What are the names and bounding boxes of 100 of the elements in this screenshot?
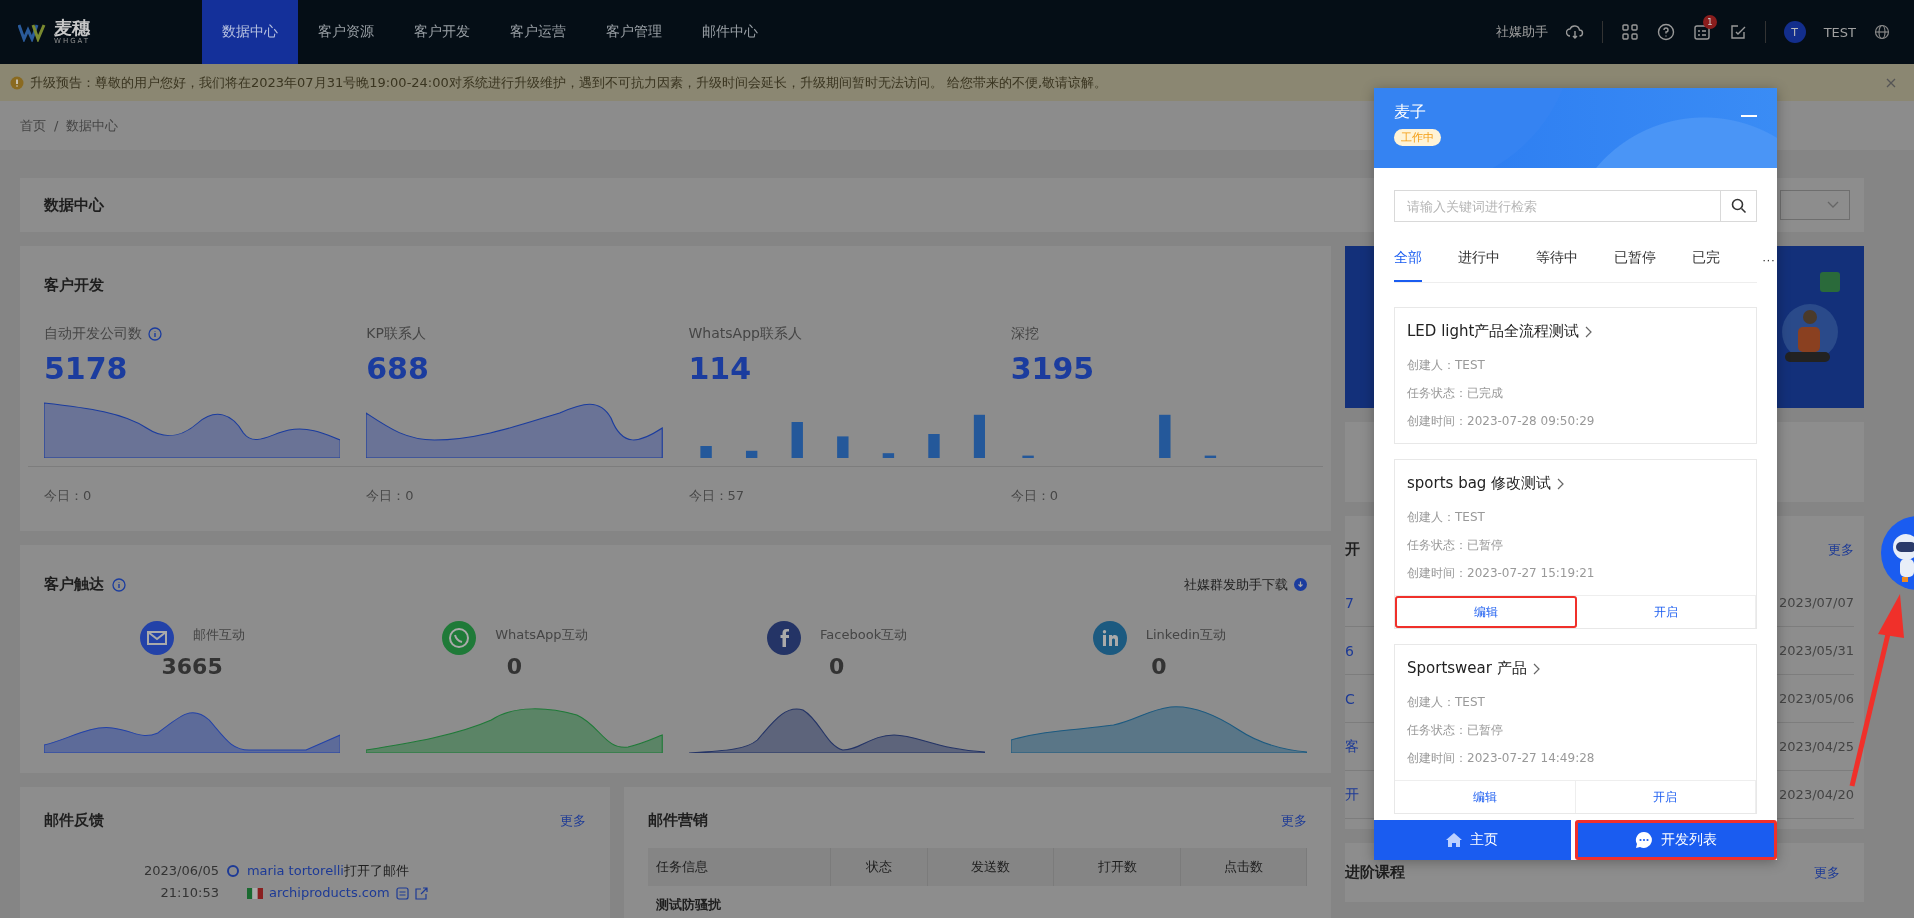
task-creator: 创建人：TEST bbox=[1407, 357, 1486, 374]
channel-value: 0 bbox=[506, 654, 523, 679]
task-title-link[interactable]: Sportswear 产品 bbox=[1407, 659, 1541, 678]
column-header: 任务信息 bbox=[648, 848, 831, 886]
edit-icon[interactable] bbox=[1728, 23, 1747, 41]
filter-tab[interactable]: 已暂停 bbox=[1614, 236, 1656, 282]
sparkline-bar bbox=[699, 446, 712, 458]
channel-label: Linkedin互动 bbox=[1145, 626, 1226, 644]
chevron-down-icon bbox=[1827, 201, 1839, 209]
feedback-date: 2023/06/05 bbox=[144, 862, 219, 880]
chat-icon bbox=[1634, 831, 1653, 849]
stat-value: 114 bbox=[688, 351, 753, 386]
notification-badge: 1 bbox=[1702, 15, 1717, 29]
section-title: 进阶课程 bbox=[1345, 863, 1405, 882]
section-title: 客户触达 bbox=[44, 575, 104, 594]
user-avatar[interactable]: T bbox=[1783, 21, 1806, 43]
stat-value: 688 bbox=[366, 351, 430, 386]
info-icon bbox=[112, 577, 126, 592]
download-link[interactable]: 社媒群发助手下载 bbox=[1184, 575, 1288, 594]
cloud-download-icon[interactable] bbox=[1565, 25, 1584, 39]
robot-assistant-icon[interactable] bbox=[1880, 515, 1914, 591]
stat-value: 3195 bbox=[1010, 351, 1096, 386]
cloud-download-icon[interactable] bbox=[1294, 578, 1307, 591]
chevron-right-icon bbox=[1557, 477, 1566, 490]
filter-tab[interactable]: 进行中 bbox=[1458, 236, 1500, 282]
stat-label: 自动开发公司数 bbox=[44, 325, 142, 343]
task-status: 任务状态：已暂停 bbox=[1407, 722, 1504, 739]
footer-nav-button[interactable]: 开发列表 bbox=[1574, 820, 1777, 860]
sparkline-bar bbox=[1022, 455, 1034, 458]
channel-value: 0 bbox=[828, 654, 845, 679]
domain-link[interactable]: archiproducts.com bbox=[268, 882, 390, 904]
breadcrumb-separator: / bbox=[54, 118, 59, 133]
list-item-link[interactable]: 6 bbox=[1345, 642, 1354, 659]
column-header: 发送数 bbox=[927, 848, 1054, 886]
column-header: 状态 bbox=[830, 848, 928, 886]
nav-menu-item[interactable]: 数据中心 bbox=[202, 0, 298, 64]
sparkline-bar bbox=[927, 434, 940, 458]
more-link[interactable]: 更多 bbox=[1814, 863, 1840, 882]
feedback-text: maria tortorelli打开了邮件 bbox=[246, 862, 410, 880]
list-item-date: 2023/05/06 bbox=[1779, 691, 1854, 706]
task-list-icon[interactable] bbox=[1692, 23, 1711, 41]
timeline-dot bbox=[226, 865, 239, 877]
today-count: 今日：0 bbox=[366, 487, 415, 505]
today-count: 今日：57 bbox=[688, 487, 746, 505]
chevron-right-icon bbox=[1585, 325, 1594, 338]
status-badge: 工作中 bbox=[1394, 129, 1441, 146]
sparkline-bar bbox=[1204, 455, 1216, 458]
globe-icon[interactable] bbox=[1874, 24, 1890, 40]
task-creator: 创建人：TEST bbox=[1407, 694, 1486, 711]
nav-menu-item[interactable]: 客户运营 bbox=[490, 0, 586, 64]
task-action-button[interactable]: 开启 bbox=[1577, 596, 1756, 628]
footer-nav-button[interactable]: 主页 bbox=[1374, 820, 1571, 860]
filter-tab[interactable]: 已完 bbox=[1692, 236, 1720, 282]
list-item-link[interactable]: 7 bbox=[1345, 594, 1354, 611]
document-icon[interactable] bbox=[395, 886, 409, 900]
nav-menu-item[interactable]: 邮件中心 bbox=[682, 0, 778, 64]
logo-icon bbox=[18, 22, 46, 42]
list-item-date: 2023/07/07 bbox=[1779, 595, 1854, 610]
chevron-right-icon bbox=[1532, 662, 1541, 675]
assistant-label[interactable]: 社媒助手 bbox=[1495, 23, 1548, 41]
nav-menu-item[interactable]: 客户资源 bbox=[298, 0, 394, 64]
filter-tab[interactable]: 全部 bbox=[1394, 236, 1422, 282]
panel-title: 麦子 bbox=[1394, 102, 1426, 123]
more-link[interactable]: 更多 bbox=[1281, 811, 1307, 830]
nav-menu-item[interactable]: 客户管理 bbox=[586, 0, 682, 64]
task-title-link[interactable]: sports bag 修改测试 bbox=[1407, 474, 1566, 493]
list-item-date: 2023/04/25 bbox=[1779, 739, 1854, 754]
search-button[interactable] bbox=[1721, 190, 1757, 222]
channel-label: WhatsApp互动 bbox=[495, 626, 588, 644]
stat-value: 5178 bbox=[44, 351, 129, 386]
task-action-button[interactable]: 编辑 bbox=[1395, 781, 1576, 813]
task-title-link[interactable]: LED light产品全流程测试 bbox=[1407, 322, 1594, 341]
column-header: 打开数 bbox=[1053, 848, 1181, 886]
filter-tab[interactable]: 等待中 bbox=[1536, 236, 1578, 282]
stat-label: WhatsApp联系人 bbox=[688, 325, 802, 343]
nav-menu-item[interactable]: 客户开发 bbox=[394, 0, 490, 64]
list-item-link[interactable]: C bbox=[1345, 690, 1355, 707]
search-field[interactable]: 请输入关键词进行检索 bbox=[1394, 190, 1721, 222]
brand-name: 麦穗 bbox=[54, 19, 91, 37]
notice-text: 升级预告：尊敬的用户您好，我们将在2023年07月31号晚19:00-24:00对系统进行升级维护，遇到不可抗力因素，升级时间会延长，升级期间暂时无法访问。 给您带来的不便,敬请谅解。 bbox=[30, 73, 1108, 92]
table-cell: 测试防骚扰 bbox=[648, 886, 831, 918]
external-link-icon[interactable] bbox=[414, 886, 428, 900]
list-item-date: 2023/05/31 bbox=[1779, 643, 1854, 658]
task-created-time: 创建时间：2023-07-27 14:49:28 bbox=[1407, 750, 1596, 767]
task-created-time: 创建时间：2023-07-27 15:19:21 bbox=[1407, 565, 1596, 582]
list-item-link[interactable]: 开 bbox=[1345, 785, 1359, 804]
list-item-link[interactable]: 客 bbox=[1345, 737, 1359, 756]
more-link[interactable]: 更多 bbox=[560, 811, 586, 830]
breadcrumb-item[interactable]: 首页 bbox=[20, 116, 46, 135]
more-link[interactable]: 更多 bbox=[1828, 540, 1854, 559]
help-icon[interactable] bbox=[1656, 23, 1675, 41]
more-tabs-button[interactable]: ··· bbox=[1756, 250, 1777, 268]
task-action-button[interactable]: 编辑 bbox=[1395, 596, 1577, 628]
user-name[interactable]: TEST bbox=[1823, 24, 1856, 40]
grid-icon[interactable] bbox=[1620, 23, 1639, 41]
sparkline-bar bbox=[745, 450, 757, 458]
task-action-button[interactable]: 开启 bbox=[1575, 781, 1756, 813]
home-icon bbox=[1446, 833, 1463, 847]
sparkline-bar bbox=[1158, 414, 1171, 458]
channel-label: 邮件互动 bbox=[193, 626, 246, 644]
